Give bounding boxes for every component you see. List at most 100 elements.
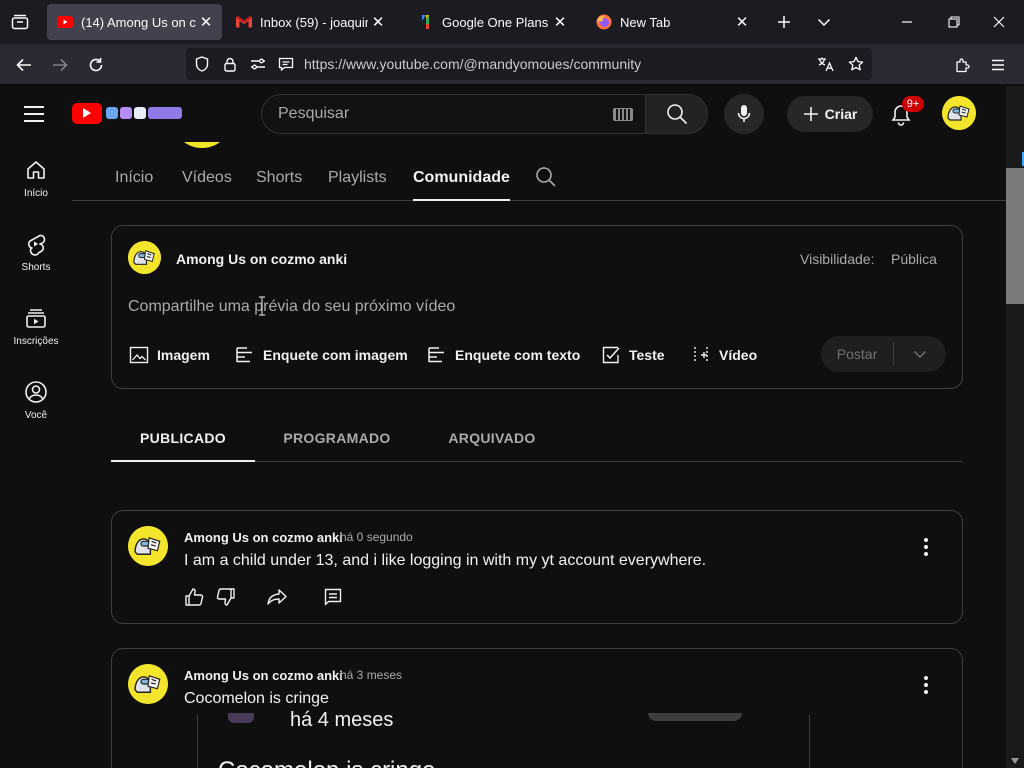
- tab-publicado[interactable]: PUBLICADO: [111, 430, 255, 462]
- new-tab-button[interactable]: [770, 8, 798, 36]
- back-button[interactable]: [9, 50, 39, 80]
- app-menu-button[interactable]: [983, 50, 1013, 80]
- community-post: Among Us on cozmo anki há 3 meses Cocome…: [111, 648, 963, 768]
- post-button[interactable]: Postar: [821, 346, 893, 362]
- shared-post-card[interactable]: há 4 meses Cocomelon is cringe: [197, 709, 810, 768]
- scroll-down-arrow-icon[interactable]: [1011, 758, 1019, 764]
- thumbs-down-icon: [216, 588, 235, 606]
- share-icon: [267, 589, 287, 605]
- visibility-label: Visibilidade:: [800, 251, 875, 267]
- browser-navigation-bar: https://www.youtube.com/@mandyomoues/com…: [0, 44, 1024, 85]
- guide-item-shorts[interactable]: Shorts: [0, 216, 72, 286]
- close-tab-button[interactable]: ✕: [368, 12, 388, 32]
- scrollbar-thumb[interactable]: [1006, 168, 1024, 304]
- post-timestamp[interactable]: há 3 meses: [340, 668, 402, 682]
- post-menu-button[interactable]: [918, 675, 934, 695]
- post-text: Cocomelon is cringe: [184, 690, 329, 707]
- close-icon: [993, 16, 1005, 28]
- youtube-logo[interactable]: [72, 102, 183, 124]
- dislike-button[interactable]: [214, 585, 238, 609]
- post-menu-button[interactable]: [918, 537, 934, 557]
- browser-tab-new-tab[interactable]: New Tab ✕: [586, 4, 758, 40]
- like-button[interactable]: [182, 585, 206, 609]
- among-us-avatar-icon: [128, 526, 168, 566]
- reader-view-icon[interactable]: [276, 54, 296, 74]
- shared-post-timestamp: há 4 meses: [290, 709, 394, 731]
- restore-window-button[interactable]: [940, 8, 968, 36]
- tab-comunidade[interactable]: Comunidade: [413, 169, 510, 201]
- reload-button[interactable]: [81, 50, 111, 80]
- google-one-icon: [418, 14, 434, 30]
- comments-button[interactable]: [321, 585, 345, 609]
- notifications-button[interactable]: 9+: [886, 96, 924, 130]
- create-button[interactable]: Criar: [787, 96, 873, 132]
- account-avatar-button[interactable]: [942, 96, 976, 130]
- guide-item-inscricoes[interactable]: Inscrições: [0, 290, 72, 360]
- post-author-name[interactable]: Among Us on cozmo anki: [184, 530, 343, 545]
- visibility-value[interactable]: Pública: [891, 251, 937, 267]
- guide-item-label: Início: [24, 188, 48, 199]
- tab-title: (14) Among Us on cozmo: [81, 14, 196, 30]
- add-video-button[interactable]: Vídeo: [691, 343, 757, 367]
- composer-author-name: Among Us on cozmo anki: [176, 251, 348, 267]
- post-status-tabs: PUBLICADO PROGRAMADO ARQUIVADO: [111, 416, 963, 462]
- extensions-button[interactable]: [948, 50, 978, 80]
- chevron-down-icon: [817, 18, 831, 27]
- permissions-icon[interactable]: [248, 54, 268, 74]
- tab-playlists[interactable]: Playlists: [328, 169, 387, 201]
- youtube-doodle-icon: [106, 106, 183, 120]
- share-button[interactable]: [265, 585, 289, 609]
- shared-post-button[interactable]: [648, 713, 742, 721]
- channel-search-button[interactable]: [535, 166, 559, 190]
- tab-arquivado[interactable]: ARQUIVADO: [431, 430, 553, 462]
- post-timestamp[interactable]: há 0 segundo: [340, 530, 413, 544]
- tracking-protection-icon[interactable]: [192, 54, 212, 74]
- search-box[interactable]: Pesquisar: [261, 94, 646, 134]
- url-text: https://www.youtube.com/@mandyomoues/com…: [304, 56, 642, 72]
- hamburger-menu-icon: [992, 59, 1004, 71]
- voice-search-button[interactable]: [724, 94, 764, 134]
- search-button[interactable]: [645, 94, 708, 134]
- image-poll-button[interactable]: Enquete com imagem: [235, 343, 408, 367]
- browser-tab-google-one[interactable]: Google One Plans ✕: [408, 4, 576, 40]
- post-text-input[interactable]: Compartilhe uma prévia do seu próximo ví…: [128, 298, 455, 316]
- text-poll-label: Enquete com texto: [455, 347, 581, 363]
- among-us-avatar-icon: [128, 664, 168, 704]
- tab-shorts[interactable]: Shorts: [256, 169, 302, 201]
- browser-tab-youtube[interactable]: (14) Among Us on cozmo ✕: [47, 4, 222, 40]
- address-bar[interactable]: https://www.youtube.com/@mandyomoues/com…: [186, 48, 872, 80]
- page-scrollbar[interactable]: [1006, 86, 1024, 768]
- tab-inicio[interactable]: Início: [115, 169, 153, 201]
- keyboard-icon[interactable]: [613, 108, 633, 121]
- text-poll-button[interactable]: Enquete com texto: [427, 343, 580, 367]
- close-window-button[interactable]: [985, 8, 1013, 36]
- video-icon: [694, 347, 708, 363]
- guide-item-label: Você: [24, 410, 48, 421]
- post-author-avatar[interactable]: [128, 664, 168, 704]
- tab-videos[interactable]: Vídeos: [182, 169, 232, 201]
- bookmark-star-icon[interactable]: [846, 54, 866, 74]
- guide-item-inicio[interactable]: Início: [0, 142, 72, 212]
- search-input[interactable]: Pesquisar: [278, 105, 349, 123]
- browser-tab-gmail[interactable]: Inbox (59) - joaquim.n ✕: [226, 4, 394, 40]
- quiz-button[interactable]: Teste: [601, 343, 665, 367]
- tab-overflow-button[interactable]: [810, 8, 838, 36]
- forward-button[interactable]: [45, 50, 75, 80]
- post-author-avatar[interactable]: [128, 526, 168, 566]
- schedule-dropdown-button[interactable]: [894, 350, 946, 359]
- post-author-name[interactable]: Among Us on cozmo anki: [184, 668, 343, 683]
- tab-programado[interactable]: PROGRAMADO: [273, 430, 401, 462]
- arrow-right-icon: [53, 58, 68, 72]
- close-tab-button[interactable]: ✕: [550, 12, 570, 32]
- close-tab-button[interactable]: ✕: [196, 12, 216, 32]
- guide-item-voce[interactable]: Você: [0, 364, 72, 434]
- lock-icon[interactable]: [220, 54, 240, 74]
- close-tab-button[interactable]: ✕: [732, 12, 752, 32]
- youtube-masthead: Pesquisar Criar 9+: [0, 86, 1006, 142]
- minimize-window-button[interactable]: [893, 8, 921, 36]
- add-image-button[interactable]: Imagem: [129, 343, 210, 367]
- translate-icon[interactable]: [816, 54, 836, 74]
- guide-menu-button[interactable]: [22, 100, 50, 128]
- chevron-down-icon: [913, 350, 927, 358]
- list-all-tabs-button[interactable]: [6, 8, 34, 36]
